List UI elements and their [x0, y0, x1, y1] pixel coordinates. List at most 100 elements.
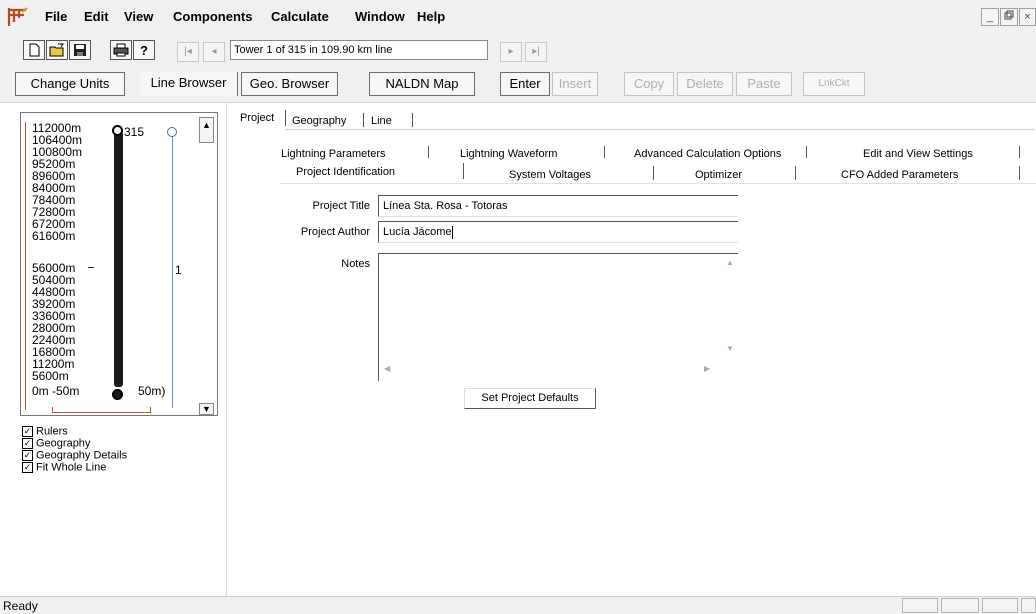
fit-whole-line-checkbox[interactable]: ✓ Fit Whole Line — [22, 462, 106, 473]
tab-project[interactable]: Project — [240, 112, 274, 125]
menu-window[interactable]: Window — [355, 9, 405, 24]
tab-separator — [1019, 146, 1020, 158]
status-text: Ready — [3, 599, 38, 613]
tower-line-bar — [114, 131, 123, 387]
first-tower-button[interactable]: |◂ — [177, 42, 199, 62]
close-button[interactable]: × — [1019, 8, 1036, 26]
menu-calculate[interactable]: Calculate — [271, 9, 329, 24]
rulers-checkbox[interactable]: ✓ Rulers — [22, 426, 68, 437]
menu-bar — [0, 0, 1036, 37]
axis-bottom-left-label: 0m -50m — [32, 384, 80, 398]
project-author-field[interactable]: Lucía Jácome — [378, 221, 738, 243]
scroll-up-arrow[interactable]: ▲ — [199, 117, 214, 143]
insert-button[interactable]: Insert — [552, 72, 598, 96]
tower-position-display: Tower 1 of 315 in 109.90 km line — [230, 40, 488, 60]
help-button[interactable]: ? — [133, 40, 155, 60]
notes-label: Notes — [341, 258, 370, 270]
delete-button[interactable]: Delete — [677, 72, 733, 96]
naldn-map-button[interactable]: NALDN Map — [369, 72, 475, 96]
tab-lightning-waveform[interactable]: Lightning Waveform — [460, 148, 557, 161]
set-project-defaults-button[interactable]: Set Project Defaults — [464, 388, 596, 409]
tab-separator — [412, 113, 413, 127]
checkbox-box: ✓ — [22, 438, 33, 449]
tab-separator — [795, 166, 796, 180]
notes-scroll-left-arrow[interactable]: ◀ — [384, 364, 390, 373]
status-pane — [982, 598, 1018, 613]
status-pane — [1021, 598, 1036, 613]
axis-bottom-right-label: 50m) — [138, 384, 166, 398]
change-units-button[interactable]: Change Units — [15, 72, 125, 96]
scroll-down-arrow[interactable]: ▼ — [199, 403, 214, 415]
next-tower-button[interactable]: ▸ — [500, 42, 522, 62]
checkbox-box: ✓ — [22, 462, 33, 473]
profile-end-marker[interactable] — [167, 127, 177, 137]
project-title-field[interactable]: Línea Sta. Rosa - Totoras — [378, 195, 738, 217]
tab-separator — [428, 146, 429, 158]
paste-button[interactable]: Paste — [736, 72, 792, 96]
tab-project-identification[interactable]: Project Identification — [296, 166, 395, 179]
project-author-label: Project Author — [300, 226, 370, 238]
svg-text:?: ? — [140, 43, 148, 57]
tab-separator — [604, 146, 605, 158]
geo-browser-button[interactable]: Geo. Browser — [241, 72, 338, 96]
ruler-tick — [88, 267, 94, 268]
menu-edit[interactable]: Edit — [84, 9, 109, 24]
tab-separator — [463, 163, 464, 179]
new-file-button[interactable] — [23, 40, 45, 60]
print-icon — [113, 43, 129, 57]
notes-scroll-right-arrow[interactable]: ▶ — [704, 364, 710, 373]
project-author-value: Lucía Jácome — [383, 226, 452, 238]
tab-separator — [285, 110, 286, 126]
ruler-tick — [150, 407, 151, 413]
tab-separator — [653, 166, 654, 180]
tab-system-voltages[interactable]: System Voltages — [509, 169, 591, 182]
notes-scroll-up-arrow[interactable]: ▲ — [726, 258, 734, 267]
restore-button[interactable] — [1000, 8, 1018, 26]
scale-label: 5600m — [32, 369, 69, 383]
scale-label: 61600m — [32, 229, 76, 243]
notes-textarea[interactable] — [378, 253, 738, 381]
link-circuit-button[interactable]: LnkCkt — [803, 72, 865, 96]
open-file-button[interactable] — [46, 40, 68, 60]
tab-cfo-added-parameters[interactable]: CFO Added Parameters — [841, 169, 958, 182]
restore-icon — [1004, 10, 1014, 20]
copy-button[interactable]: Copy — [624, 72, 674, 96]
panel-divider[interactable] — [226, 103, 227, 596]
tab-edit-and-view-settings[interactable]: Edit and View Settings — [863, 148, 973, 161]
ruler-tick — [52, 407, 53, 413]
tab-geography[interactable]: Geography — [292, 115, 346, 128]
tab-line[interactable]: Line — [371, 115, 392, 128]
menu-view[interactable]: View — [124, 9, 153, 24]
menu-file[interactable]: File — [45, 9, 67, 24]
tab-underline — [285, 129, 1035, 130]
checkbox-box: ✓ — [22, 450, 33, 461]
tab-separator — [363, 113, 364, 127]
vertical-ruler — [25, 122, 26, 410]
horizontal-ruler — [52, 412, 150, 413]
line-browser-button[interactable]: Line Browser — [140, 72, 238, 96]
tower-view-scrollbar[interactable]: ▲ ▼ — [197, 113, 217, 415]
tower-start-marker[interactable] — [112, 389, 123, 400]
tower-end-marker[interactable] — [112, 125, 123, 136]
tab-separator — [1019, 166, 1020, 180]
save-button[interactable] — [69, 40, 91, 60]
menu-components[interactable]: Components — [173, 9, 252, 24]
previous-tower-button[interactable]: ◂ — [203, 42, 225, 62]
geography-checkbox[interactable]: ✓ Geography — [22, 438, 90, 449]
menu-help[interactable]: Help — [417, 9, 445, 24]
open-folder-icon — [49, 43, 64, 57]
tab-advanced-calculation-options[interactable]: Advanced Calculation Options — [634, 148, 781, 161]
enter-button[interactable]: Enter — [500, 72, 550, 96]
last-tower-button[interactable]: ▸| — [525, 42, 547, 62]
help-icon: ? — [140, 43, 148, 58]
tab-optimizer[interactable]: Optimizer — [695, 169, 742, 182]
tab-lightning-parameters[interactable]: Lightning Parameters — [281, 148, 386, 161]
minimize-button[interactable]: _ — [981, 8, 999, 26]
notes-scroll-down-arrow[interactable]: ▼ — [726, 344, 734, 353]
geography-details-checkbox[interactable]: ✓ Geography Details — [22, 450, 127, 461]
status-pane — [941, 598, 979, 613]
subtab-underline — [280, 183, 1036, 184]
print-button[interactable] — [110, 40, 132, 60]
project-title-label: Project Title — [312, 200, 370, 212]
position-marker-label: 1 — [175, 263, 182, 277]
